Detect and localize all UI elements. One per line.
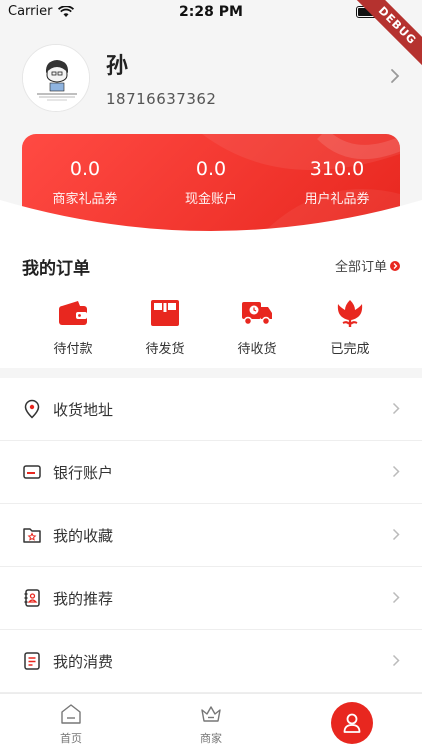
user-phone: 18716637362 [106, 90, 217, 108]
order-status-pending-payment[interactable]: 待付款 [33, 298, 113, 357]
menu-item-favorites[interactable]: 我的收藏 [0, 504, 422, 567]
chevron-right-icon [392, 654, 400, 667]
tab-profile-active[interactable] [331, 702, 373, 744]
stat-value: 0.0 [195, 158, 227, 180]
menu-item-label: 银行账户 [53, 464, 114, 482]
chevron-right-icon [392, 591, 400, 604]
tab-home[interactable]: 首页 [41, 702, 101, 746]
stat-value: 310.0 [309, 158, 365, 180]
order-status-pending-shipment[interactable]: 待发货 [125, 298, 205, 357]
wallet-icon [59, 301, 87, 325]
chevron-circle-icon [390, 260, 400, 271]
order-status-label: 待付款 [53, 342, 93, 357]
star-folder-icon [23, 528, 41, 543]
user-icon [343, 713, 361, 733]
location-pin-icon [24, 399, 40, 419]
menu-item-referrals[interactable]: 我的推荐 [0, 567, 422, 630]
home-icon [61, 704, 81, 724]
truck-icon [242, 302, 272, 326]
crown-icon [201, 706, 221, 722]
chevron-right-icon[interactable] [390, 68, 400, 84]
menu-item-bank-account[interactable]: 银行账户 [0, 441, 422, 504]
menu-list: 收货地址 银行账户 我的收藏 我的推荐 我的消费 [0, 378, 422, 693]
view-all-orders-link[interactable]: 全部订单 [335, 256, 400, 275]
order-status-pending-receipt[interactable]: 待收货 [217, 298, 297, 357]
menu-item-label: 收货地址 [53, 401, 114, 419]
avatar[interactable] [22, 44, 90, 112]
menu-item-label: 我的消费 [53, 653, 114, 671]
status-bar: Carrier 2:28 PM [0, 0, 422, 24]
card-icon [23, 465, 41, 479]
menu-item-spending[interactable]: 我的消费 [0, 630, 422, 693]
box-icon [151, 300, 179, 326]
receipt-icon [24, 652, 40, 670]
contact-book-icon [24, 589, 40, 607]
orders-panel: 我的订单 全部订单 待付款 待发货 待收货 已完成 [0, 200, 422, 368]
avatar-sketch-image [23, 45, 89, 111]
chevron-right-icon [392, 465, 400, 478]
orders-title: 我的订单 [22, 259, 90, 279]
order-status-label: 已完成 [330, 342, 370, 357]
flower-icon [337, 300, 363, 327]
view-all-orders-label: 全部订单 [334, 260, 387, 275]
order-status-label: 待发货 [145, 342, 185, 357]
order-status-label: 待收货 [237, 342, 277, 357]
menu-item-label: 我的推荐 [53, 590, 114, 608]
chevron-right-icon [392, 528, 400, 541]
chevron-right-icon [392, 402, 400, 415]
menu-item-shipping-address[interactable]: 收货地址 [0, 378, 422, 441]
user-name: 孙 [106, 54, 129, 79]
tab-label: 商家 [200, 732, 222, 745]
app-screen: Carrier 2:28 PM DEBUG 孙 18716637362 0.0 … [0, 0, 422, 750]
tab-label: 首页 [60, 732, 82, 745]
menu-item-label: 我的收藏 [53, 527, 114, 545]
stat-value: 0.0 [69, 158, 101, 180]
profile-header[interactable]: 孙 18716637362 [0, 24, 422, 134]
order-status-completed[interactable]: 已完成 [310, 298, 390, 357]
tab-merchant[interactable]: 商家 [181, 702, 241, 746]
